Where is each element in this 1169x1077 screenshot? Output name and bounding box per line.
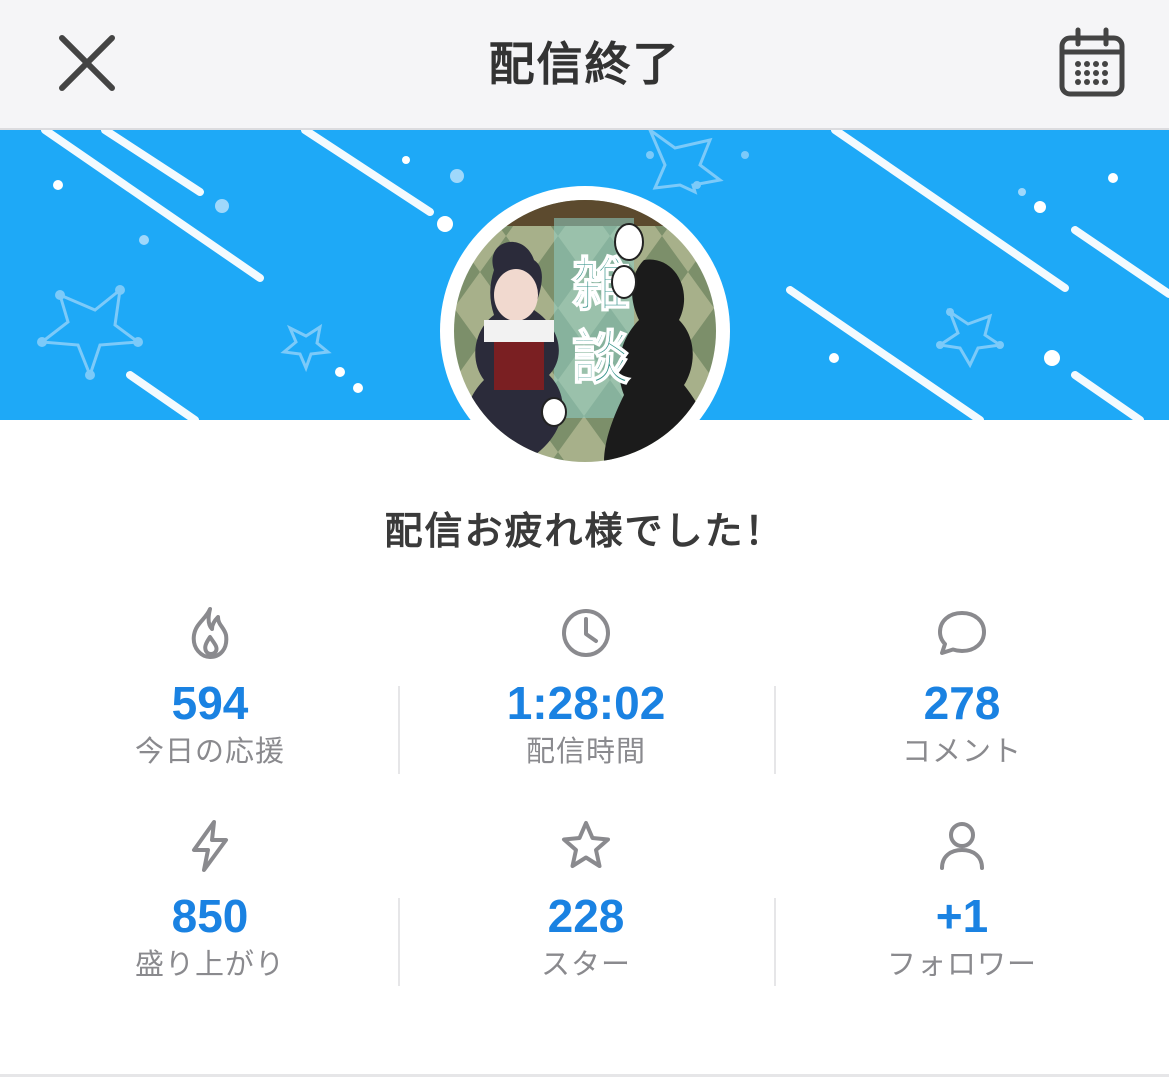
top-bar: 配信終了 [0, 0, 1169, 130]
stat-stars: 228 スター [398, 816, 774, 984]
calendar-button[interactable] [1056, 26, 1130, 100]
stat-support-value: 594 [171, 677, 249, 729]
stat-excitement: 850 盛り上がり [22, 816, 398, 984]
user-icon [940, 822, 984, 870]
clock-icon [562, 609, 610, 657]
avatar-frame: 雑 談 [440, 186, 730, 476]
stat-comments-value: 278 [923, 677, 1001, 729]
lightning-icon [192, 820, 228, 872]
comment-icon [938, 611, 986, 655]
stat-comments-label: コメント [901, 734, 1022, 768]
stat-followers-value: +1 [935, 890, 989, 942]
star-icon [562, 821, 610, 868]
stat-stars-value: 228 [547, 890, 625, 942]
stat-excitement-value: 850 [171, 890, 249, 942]
thumbnail-title-2: 談 [572, 324, 630, 392]
stat-stream-time: 1:28:02 配信時間 [398, 603, 774, 771]
stat-support-label: 今日の応援 [134, 734, 285, 768]
calendar-icon [1059, 27, 1125, 97]
stat-stream-time-label: 配信時間 [525, 734, 646, 768]
stat-stars-label: スター [540, 947, 631, 981]
flame-icon [191, 607, 229, 659]
stat-followers: +1 フォロワー [774, 816, 1150, 984]
stat-support: 594 今日の応援 [22, 603, 398, 771]
page-title: 配信終了 [488, 37, 681, 91]
thank-you-message: 配信お疲れ様でした！ [384, 509, 785, 553]
stat-followers-label: フォロワー [886, 947, 1037, 981]
stat-stream-time-value: 1:28:02 [506, 677, 666, 729]
stat-excitement-label: 盛り上がり [134, 947, 285, 981]
stat-comments: 278 コメント [774, 603, 1150, 771]
stream-thumbnail: 雑 談 [454, 200, 716, 462]
